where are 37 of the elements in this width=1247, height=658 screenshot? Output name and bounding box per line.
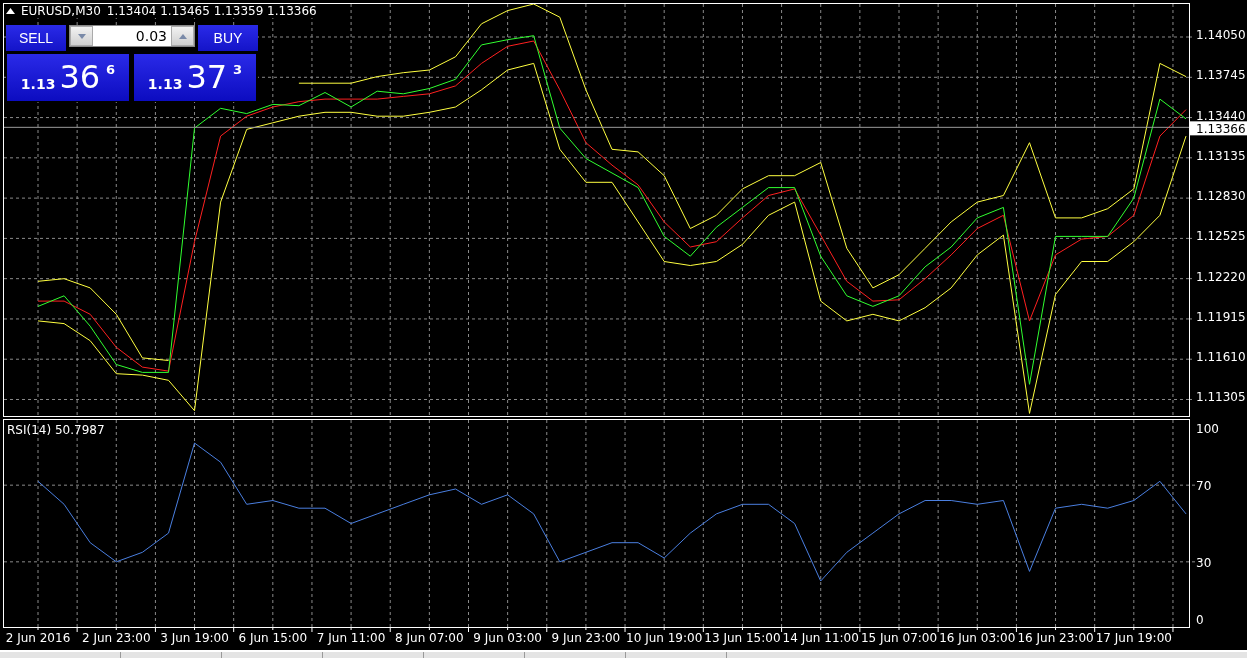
time-axis-label: 15 Jun 07:00 (860, 631, 938, 645)
axis-label: 1.13745 (1196, 68, 1246, 83)
up-triangle-icon[interactable] (6, 8, 15, 14)
time-axis-label: 7 Jun 11:00 (316, 631, 386, 645)
time-axis-label: 13 Jun 15:00 (704, 631, 781, 645)
axis-label: 1.12830 (1196, 189, 1246, 204)
current-price-marker: 1.13366 (1190, 121, 1247, 137)
indicator-title: RSI(14) 50.7987 (7, 423, 105, 437)
time-axis-label: 2 Jun 23:00 (81, 631, 151, 645)
axis-label: 100 (1196, 421, 1219, 436)
ref-line-label: 1.13366 (1196, 122, 1246, 137)
time-axis-label: 14 Jun 11:00 (782, 631, 859, 645)
axis-label: 1.12525 (1196, 229, 1246, 244)
time-axis-label: 17 Jun 19:00 (1095, 631, 1172, 645)
axis-label: 1.11305 (1196, 390, 1246, 405)
time-axis-label: 9 Jun 03:00 (473, 631, 542, 645)
time-axis-label: 16 Jun 03:00 (939, 631, 1016, 645)
axis-label: 1.13440 (1196, 108, 1246, 123)
axis-label: 70 (1196, 479, 1212, 494)
symbol-label: EURUSD,M30 (21, 4, 101, 18)
axis-label: 1.11610 (1196, 350, 1246, 365)
axis-label: 1.11915 (1196, 309, 1246, 324)
axis-label: 1.12220 (1196, 269, 1246, 284)
time-axis-label: 6 Jun 15:00 (238, 631, 308, 645)
time-axis-label: 3 Jun 19:00 (160, 631, 229, 645)
axis-label: 1.13135 (1196, 148, 1246, 163)
buy-button[interactable]: BUY (198, 25, 258, 51)
time-axis-label: 8 Jun 07:00 (395, 631, 464, 645)
quote-values: 1.13404 1.13465 1.13359 1.13366 (106, 4, 317, 18)
sell-button[interactable]: SELL (6, 25, 66, 51)
time-axis-label: 9 Jun 23:00 (551, 631, 621, 645)
time-axis-label: 2 Jun 2016 (5, 631, 71, 645)
axis-label: 1.14050 (1196, 28, 1246, 42)
time-axis-label: 16 Jun 23:00 (1017, 631, 1094, 645)
time-axis-label: 10 Jun 19:00 (626, 631, 703, 645)
axis-label: 0 (1196, 613, 1204, 628)
axis-label: 30 (1196, 555, 1212, 570)
